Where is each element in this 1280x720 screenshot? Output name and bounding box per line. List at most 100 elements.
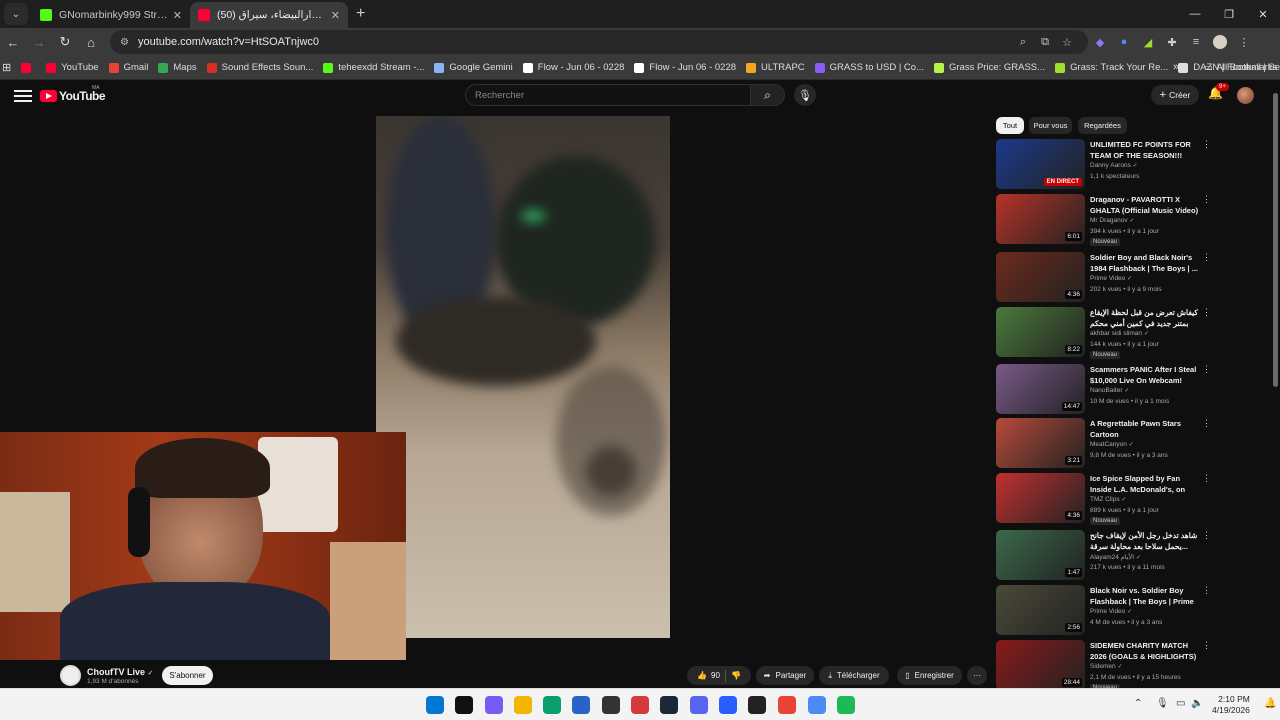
- tray-overflow-icon[interactable]: ⌃: [1134, 698, 1142, 709]
- microphone-tray-icon[interactable]: 🎙: [1156, 698, 1169, 709]
- video-menu-icon[interactable]: ⋮: [1202, 364, 1211, 375]
- create-button[interactable]: + Créer: [1151, 85, 1199, 105]
- video-title[interactable]: UNLIMITED FC POINTS FOR TEAM OF THE SEAS…: [1090, 140, 1200, 161]
- search-input[interactable]: Rechercher: [465, 84, 751, 106]
- video-menu-icon[interactable]: ⋮: [1202, 307, 1211, 318]
- video-channel[interactable]: Alayam24 الأيام ✓: [1090, 553, 1141, 561]
- tab-kick-stream[interactable]: GNomarbinky999 Stream - Wat ✕: [32, 2, 190, 28]
- taskbar-app-icon[interactable]: [808, 696, 826, 714]
- share-button[interactable]: ➦ Partager: [756, 666, 814, 685]
- tab-search-button[interactable]: ⌄: [4, 3, 28, 25]
- video-thumbnail[interactable]: 3:21: [996, 418, 1085, 468]
- account-avatar[interactable]: [1237, 87, 1254, 104]
- bookmark-item[interactable]: ULTRAPC: [746, 62, 805, 73]
- chip-all[interactable]: Tout: [996, 117, 1024, 134]
- video-channel[interactable]: Sidemen ✓: [1090, 663, 1123, 670]
- taskbar-app-icon[interactable]: [543, 696, 561, 714]
- taskbar-app-icon[interactable]: [748, 696, 766, 714]
- extension-bitwarden-icon[interactable]: ●: [1112, 30, 1136, 54]
- browser-menu-icon[interactable]: ⋮: [1232, 30, 1256, 54]
- video-player[interactable]: [376, 116, 670, 638]
- taskbar-app-icon[interactable]: [778, 696, 796, 714]
- extension-copilot-icon[interactable]: ◆: [1088, 30, 1112, 54]
- video-thumbnail[interactable]: EN DIRECT: [996, 139, 1085, 189]
- video-menu-icon[interactable]: ⋮: [1202, 585, 1211, 596]
- taskbar-app-icon[interactable]: [602, 696, 620, 714]
- zoom-icon[interactable]: ⌕: [1012, 36, 1034, 49]
- bookmark-item[interactable]: Sound Effects Soun...: [206, 62, 313, 73]
- video-thumbnail[interactable]: 6:01: [996, 194, 1085, 244]
- page-scrollbar[interactable]: [1272, 88, 1279, 688]
- bookmark-item[interactable]: Grass Price: GRASS...: [933, 62, 1045, 73]
- bookmark-item[interactable]: [21, 62, 36, 73]
- video-title[interactable]: A Regrettable Pawn Stars Cartoon: [1090, 419, 1200, 440]
- start-menu-icon[interactable]: [426, 696, 444, 714]
- video-thumbnail[interactable]: 4:36: [996, 473, 1085, 523]
- video-thumbnail[interactable]: 14:47: [996, 364, 1085, 414]
- video-menu-icon[interactable]: ⋮: [1202, 194, 1211, 205]
- recommended-video[interactable]: 6:01 Draganov - PAVAROTTI X GHALTA (Offic…: [996, 194, 1216, 246]
- close-tab-icon[interactable]: ✕: [331, 9, 340, 22]
- search-button[interactable]: ⌕: [751, 84, 785, 106]
- video-menu-icon[interactable]: ⋮: [1202, 418, 1211, 429]
- video-title[interactable]: Soldier Boy and Black Noir's 1984 Flashb…: [1090, 253, 1200, 274]
- video-title[interactable]: Black Noir vs. Soldier Boy Flashback | T…: [1090, 586, 1200, 607]
- bookmark-item[interactable]: Flow - Jun 06 - 0228: [634, 62, 736, 73]
- like-button[interactable]: 👍 90: [697, 671, 720, 680]
- taskbar-app-icon[interactable]: [455, 696, 473, 714]
- video-menu-icon[interactable]: ⋮: [1202, 139, 1211, 150]
- back-icon[interactable]: ←: [0, 30, 26, 54]
- taskbar-app-icon[interactable]: [631, 696, 649, 714]
- site-info-icon[interactable]: ⚙: [120, 37, 129, 48]
- video-thumbnail[interactable]: 2:56: [996, 585, 1085, 635]
- video-menu-icon[interactable]: ⋮: [1202, 530, 1211, 541]
- recommended-video[interactable]: 8:22 كيفاش تعرض من قبل لحظة الإيقاع بمتنر…: [996, 307, 1216, 359]
- video-title[interactable]: كيفاش تعرض من قبل لحظة الإيقاع بمتنر جدي…: [1090, 308, 1200, 329]
- bookmarks-overflow-icon[interactable]: »: [1173, 61, 1179, 73]
- youtube-logo[interactable]: YouTube MA: [40, 85, 106, 103]
- video-menu-icon[interactable]: ⋮: [1202, 640, 1211, 651]
- recommended-video[interactable]: 4:36 Soldier Boy and Black Noir's 1984 Fl…: [996, 252, 1216, 304]
- video-thumbnail[interactable]: 4:36: [996, 252, 1085, 302]
- extensions-puzzle-icon[interactable]: ✚: [1160, 30, 1184, 54]
- reading-list-icon[interactable]: ≡: [1184, 30, 1208, 54]
- video-channel[interactable]: TMZ Clips ✓: [1090, 496, 1126, 503]
- channel-name[interactable]: ChoufTV Live ✓: [87, 667, 153, 677]
- video-channel[interactable]: NanoBaiter ✓: [1090, 387, 1129, 394]
- home-icon[interactable]: ⌂: [78, 30, 104, 54]
- taskbar-app-icon[interactable]: [485, 696, 503, 714]
- save-button[interactable]: ▯ Enregistrer: [897, 666, 962, 685]
- taskbar-app-icon[interactable]: [514, 696, 532, 714]
- notifications-icon[interactable]: 🔔: [1264, 698, 1276, 709]
- close-window-icon[interactable]: ✕: [1246, 0, 1280, 28]
- video-channel[interactable]: Prime Video ✓: [1090, 275, 1132, 282]
- recommended-video[interactable]: 14:47 Scammers PANIC After I Steal $10,00…: [996, 364, 1216, 416]
- video-thumbnail[interactable]: 28:44: [996, 640, 1085, 690]
- new-tab-icon[interactable]: +: [356, 5, 365, 23]
- apps-grid-icon[interactable]: ⊞: [2, 56, 11, 80]
- video-thumbnail[interactable]: 1:47: [996, 530, 1085, 580]
- video-channel[interactable]: Mr Draganov ✓: [1090, 217, 1134, 224]
- thumbs-down-icon[interactable]: 👎: [731, 671, 741, 680]
- voice-search-button[interactable]: 🎙: [794, 84, 816, 106]
- close-tab-icon[interactable]: ✕: [173, 9, 182, 22]
- guide-menu-icon[interactable]: [14, 90, 32, 102]
- reload-icon[interactable]: ↻: [52, 30, 78, 54]
- bookmark-item[interactable]: Gmail: [108, 62, 148, 73]
- bookmark-item[interactable]: Google Gemini: [434, 62, 513, 73]
- taskbar-app-icon[interactable]: [837, 696, 855, 714]
- video-title[interactable]: SIDEMEN CHARITY MATCH 2026 (GOALS & HIGH…: [1090, 641, 1200, 662]
- video-channel[interactable]: MeatCanyon ✓: [1090, 441, 1134, 448]
- minimize-icon[interactable]: —: [1178, 0, 1212, 28]
- more-actions-button[interactable]: ···: [967, 666, 987, 685]
- chip-for-you[interactable]: Pour vous: [1029, 117, 1072, 134]
- recommended-video[interactable]: 28:44 SIDEMEN CHARITY MATCH 2026 (GOALS &…: [996, 640, 1216, 692]
- bookmark-item[interactable]: YouTube: [46, 62, 99, 73]
- taskbar-app-icon[interactable]: [690, 696, 708, 714]
- profile-avatar-icon[interactable]: [1208, 30, 1232, 54]
- subscribe-button[interactable]: S'abonner: [162, 666, 213, 685]
- install-app-icon[interactable]: ⧉: [1034, 36, 1056, 49]
- recommended-video[interactable]: 3:21 A Regrettable Pawn Stars Cartoon Meat…: [996, 418, 1216, 470]
- taskbar-app-icon[interactable]: [572, 696, 590, 714]
- recommended-video[interactable]: 2:56 Black Noir vs. Soldier Boy Flashback…: [996, 585, 1216, 637]
